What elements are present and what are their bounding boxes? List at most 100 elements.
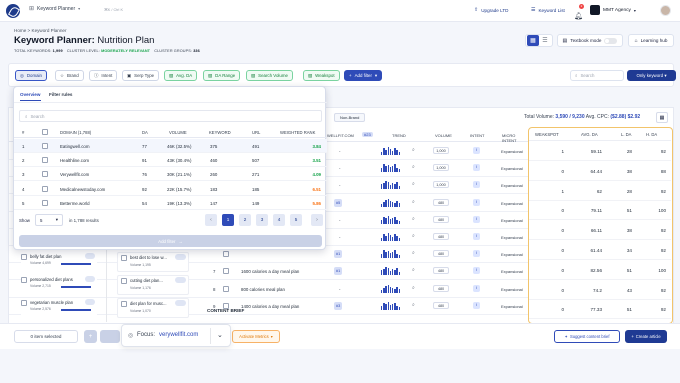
row-checkbox[interactable]: [42, 199, 48, 206]
filter-brand[interactable]: ☆ Brand: [55, 70, 84, 81]
focus-domain-selector[interactable]: ◎ Focus: verywellfit.com ⌄: [121, 324, 231, 347]
row-keyword[interactable]: 800 calories meal plan: [241, 287, 285, 292]
cluster-checkbox[interactable]: [21, 277, 27, 283]
row-checkbox[interactable]: [223, 285, 229, 292]
row-checkbox[interactable]: [42, 171, 48, 178]
activate-metrics-button[interactable]: Activate Metrics ▾: [232, 330, 280, 343]
domain-name[interactable]: Medicalnewstoday.com: [60, 187, 105, 192]
select-all-checkbox[interactable]: [42, 129, 48, 135]
toggle-switch[interactable]: [604, 37, 618, 44]
suggest-content-brief-button[interactable]: ✦ Suggest content brief: [554, 330, 620, 343]
bulk-action-button[interactable]: +: [84, 330, 97, 343]
col-volume[interactable]: VOLUME: [435, 133, 452, 138]
domain-name[interactable]: Verywellfit.com: [60, 172, 89, 177]
keyword-search-input[interactable]: ⌕ Search: [570, 70, 624, 81]
user-avatar[interactable]: [660, 5, 671, 16]
cluster-card[interactable]: cutting diet plan... Volume 1,176: [117, 275, 189, 295]
cluster-checkbox[interactable]: [121, 255, 127, 261]
filter-avg-da[interactable]: ▧ Avg. DA: [164, 70, 198, 81]
domain-search-input[interactable]: ⌕ Search: [19, 110, 322, 122]
cluster-card[interactable]: vegetarian muscle plan Volume 2,576: [21, 299, 97, 319]
domain-row[interactable]: 2 Healthline.com 91 43K (30.4%) 460 507 3.51: [14, 153, 327, 168]
row-keyword[interactable]: 1400 calories a day meal plan: [241, 304, 299, 309]
calendar-icon[interactable]: ▦: [656, 112, 668, 123]
page-5-button[interactable]: 5: [290, 214, 302, 226]
cluster-card[interactable]: diet plan for musc... Volume 1,070: [117, 298, 189, 318]
tab-filter-rules[interactable]: Filter rules: [49, 92, 73, 97]
trend-zoom-icon[interactable]: ⌕: [412, 302, 415, 308]
col-high-da[interactable]: H. DA: [646, 132, 657, 137]
cluster-checkbox[interactable]: [21, 254, 27, 260]
trend-zoom-icon[interactable]: ⌕: [412, 181, 415, 187]
filter-search-volume[interactable]: ▧ Search Volume: [246, 70, 293, 81]
page-2-button[interactable]: 2: [239, 214, 251, 226]
breadcrumb-home[interactable]: Home: [14, 28, 26, 33]
grid-view-icon[interactable]: ▦: [527, 35, 539, 46]
domain-row[interactable]: 1 Eatingwell.com 77 46K (32.5%) 375 491 3.84: [14, 139, 327, 153]
weakspot-row[interactable]: 0 74.2 43 92: [529, 281, 671, 300]
trend-zoom-icon[interactable]: ⌕: [412, 164, 415, 170]
row-checkbox[interactable]: [42, 143, 48, 149]
cluster-card[interactable]: personalized diet plans Volume 2,715: [21, 276, 97, 296]
weakspot-row[interactable]: 0 79.11 51 100: [529, 201, 671, 221]
row-checkbox[interactable]: [223, 251, 229, 258]
upgrade-button[interactable]: ⇧ Upgrade LTD: [474, 7, 508, 13]
weakspot-row[interactable]: 1 62 28 92: [529, 182, 671, 201]
cluster-checkbox[interactable]: [121, 278, 127, 284]
page-3-button[interactable]: 3: [256, 214, 268, 226]
domain-row[interactable]: 3 Verywellfit.com 76 30K (21.1%) 260 271 4.09: [14, 167, 327, 182]
domain-name[interactable]: Eatingwell.com: [60, 144, 90, 149]
create-article-button[interactable]: + Create article: [625, 330, 667, 343]
row-checkbox[interactable]: [42, 157, 48, 164]
trend-zoom-icon[interactable]: ⌕: [412, 267, 415, 273]
col-keyword[interactable]: KEYWORD: [209, 130, 231, 135]
list-view-icon[interactable]: ☰: [539, 37, 551, 44]
col-micro-intent[interactable]: MICRO INTENT: [502, 133, 529, 143]
col-domain[interactable]: WELLFIT.COM: [327, 133, 354, 138]
trend-zoom-icon[interactable]: ⌕: [412, 199, 415, 205]
tab-overview[interactable]: Overview: [20, 92, 40, 97]
learning-hub-button[interactable]: ⌂ Learning hub: [628, 34, 674, 47]
trend-zoom-icon[interactable]: ⌕: [412, 216, 415, 222]
col-domain[interactable]: DOMAIN (1,788): [60, 130, 91, 135]
col-trend[interactable]: TREND: [392, 133, 406, 138]
domain-name[interactable]: Healthline.com: [60, 158, 89, 163]
textbook-mode-toggle[interactable]: ▤ Textbook mode: [557, 34, 623, 47]
trend-zoom-icon[interactable]: ⌕: [412, 233, 415, 239]
add-filter-button[interactable]: + Add filter ▾: [344, 70, 383, 81]
domain-row[interactable]: 4 Medicalnewstoday.com 92 22K (15.7%) 183 185…: [14, 182, 327, 196]
keyword-scope-dropdown[interactable]: Only keyword ▾: [627, 70, 676, 81]
col-weighted-rank[interactable]: WEIGHTED RANK: [280, 130, 315, 135]
domain-row[interactable]: 5 Betterme.world 54 19K (13.3%) 147 149 5.86: [14, 196, 327, 210]
row-checkbox[interactable]: [42, 185, 48, 192]
more-action-button[interactable]: [100, 330, 120, 343]
filter-weakspot[interactable]: ▧ Weakspot: [303, 70, 340, 81]
cluster-card[interactable]: belly fat diet plan Volume 4,699: [21, 253, 97, 273]
weakspot-row[interactable]: 0 64.44 38 88: [529, 162, 671, 181]
weakspot-row[interactable]: 0 82.56 51 100: [529, 261, 671, 280]
col-weakspot[interactable]: WEAKSPOT: [535, 132, 559, 137]
prev-page-button[interactable]: ‹: [205, 214, 217, 226]
app-logo-icon[interactable]: [6, 4, 20, 18]
chevron-down-icon[interactable]: ⌄: [217, 331, 223, 339]
row-checkbox[interactable]: [223, 268, 229, 275]
weakspot-row[interactable]: 0 77.33 51 92: [529, 300, 671, 320]
col-url[interactable]: URL: [252, 130, 260, 135]
page-4-button[interactable]: 4: [273, 214, 285, 226]
col-intent[interactable]: INTENT: [470, 133, 484, 138]
filter-serp-type[interactable]: ▣ Serp Type: [122, 70, 160, 81]
cluster-checkbox[interactable]: [121, 301, 127, 307]
brand-filter-chip[interactable]: Non-Brand: [334, 113, 366, 122]
filter-domain[interactable]: ◎ Domain: [15, 70, 47, 81]
domain-name[interactable]: Betterme.world: [60, 201, 90, 206]
trend-zoom-icon[interactable]: ⌕: [412, 285, 415, 291]
page-size-select[interactable]: 5 ▾: [35, 214, 63, 226]
trend-zoom-icon[interactable]: ⌕: [412, 250, 415, 256]
weakspot-row[interactable]: 0 61.44 34 92: [529, 241, 671, 260]
weakspot-row[interactable]: 1 59.11 28 92: [529, 142, 671, 161]
keyword-list-button[interactable]: ☰ Keyword List: [531, 7, 565, 13]
notification-button[interactable]: 🔔︎ 2: [574, 4, 584, 20]
col-low-da[interactable]: L. DA: [621, 132, 631, 137]
filter-intent[interactable]: ⓘ Intent: [89, 70, 118, 81]
col-volume[interactable]: VOLUME: [169, 130, 187, 135]
